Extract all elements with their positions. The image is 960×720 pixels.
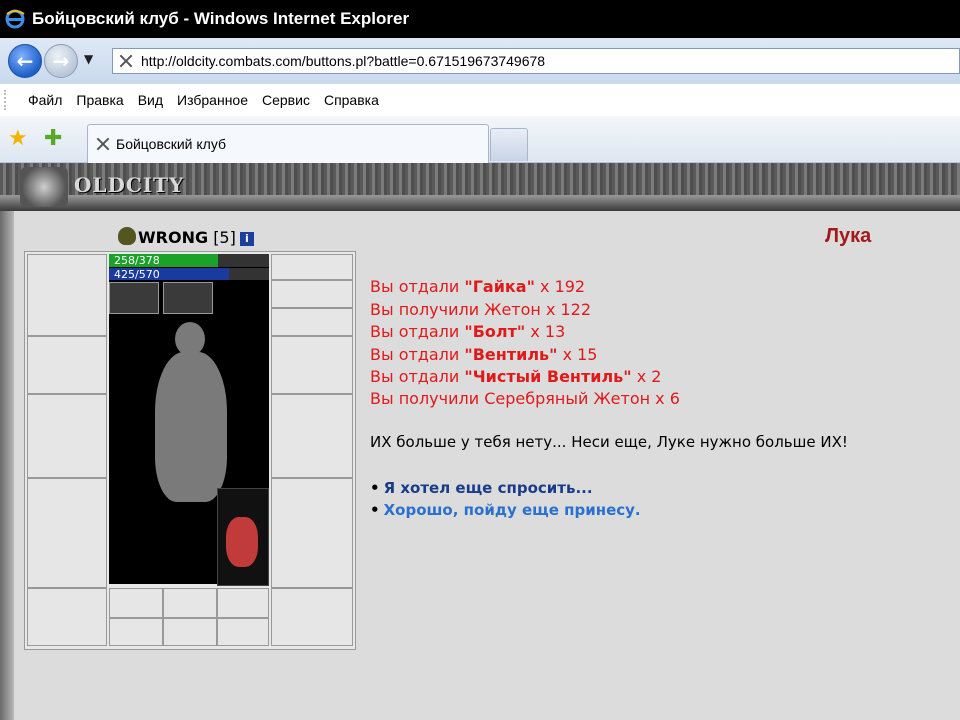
trade-line: Вы получили Жетон x 122 — [370, 300, 592, 319]
trade-line: Вы отдали "Чистый Вентиль" x 2 — [370, 367, 662, 386]
game-header: OLDCITY — [0, 163, 960, 211]
game-emblem-icon — [20, 167, 68, 207]
slot-rings[interactable] — [271, 308, 353, 336]
slot-scroll-2[interactable] — [163, 282, 213, 314]
back-button[interactable]: ← — [8, 44, 42, 78]
slot-belt[interactable] — [27, 588, 107, 646]
figure-body — [155, 352, 227, 502]
game-logo: OLDCITY — [74, 173, 185, 197]
slot-gloves[interactable] — [271, 336, 353, 394]
clan-skull-icon — [118, 227, 136, 245]
menu-bar: Файл Правка Вид Избранное Сервис Справка — [0, 84, 960, 117]
slot-bracers[interactable] — [27, 336, 107, 394]
site-favicon-icon — [117, 52, 135, 70]
game-content: WRONG [5] i 258/378 425/570 Лука Вы отдал… — [0, 211, 960, 720]
hp-value: 258/378 — [114, 254, 160, 267]
tab-favicon-icon — [94, 135, 112, 153]
mana-value: 425/570 — [114, 268, 160, 281]
bullet-icon: • — [370, 479, 380, 497]
dialog-option-ask[interactable]: • Я хотел еще спросить... — [370, 479, 593, 497]
character-name: WRONG [5] i — [118, 227, 254, 247]
window-titlebar: Бойцовский клуб - Windows Internet Explo… — [0, 0, 960, 38]
address-bar[interactable]: http://oldcity.combats.com/buttons.pl?ba… — [112, 48, 960, 74]
slot-necklace[interactable] — [271, 280, 353, 308]
npc-name: Лука — [825, 225, 872, 247]
slot-armor[interactable] — [27, 478, 107, 588]
forward-button[interactable]: → — [44, 44, 78, 78]
tab-title: Бойцовский клуб — [116, 136, 227, 152]
slot-boots[interactable] — [271, 588, 353, 646]
slot-belt-1[interactable] — [109, 618, 163, 646]
slot-amulet[interactable] — [27, 254, 107, 336]
npc-message: ИХ больше у тебя нету... Неси еще, Луке … — [370, 433, 848, 451]
slot-shield[interactable] — [271, 394, 353, 478]
toolbar-grip[interactable] — [4, 90, 14, 110]
history-dropdown-icon[interactable]: ▼ — [84, 52, 93, 66]
address-url[interactable]: http://oldcity.combats.com/buttons.pl?ba… — [141, 53, 545, 69]
menu-view[interactable]: Вид — [138, 92, 163, 108]
ie-logo-icon — [4, 8, 26, 30]
slot-legs[interactable] — [271, 478, 353, 588]
left-border — [0, 211, 14, 720]
slot-scroll-1[interactable] — [109, 282, 159, 314]
slot-rune-2[interactable] — [163, 588, 217, 618]
slot-rune-3[interactable] — [217, 588, 269, 618]
favorites-star-icon[interactable]: ★ — [8, 126, 28, 151]
dialog-option-leave[interactable]: • Хорошо, пойду еще принесу. — [370, 501, 641, 519]
bullet-icon: • — [370, 501, 380, 519]
slot-rune-1[interactable] — [109, 588, 163, 618]
trade-line: Вы отдали "Гайка" x 192 — [370, 277, 586, 296]
character-nick: WRONG — [138, 228, 209, 247]
header-bar — [0, 195, 960, 211]
new-tab-button[interactable] — [490, 128, 528, 161]
address-toolbar: ← → ▼ http://oldcity.combats.com/buttons… — [0, 38, 960, 84]
tab-active[interactable]: Бойцовский клуб — [87, 124, 489, 163]
tab-bar: ★ ✚ Бойцовский клуб — [0, 116, 960, 163]
menu-file[interactable]: Файл — [28, 92, 62, 108]
add-favorite-icon[interactable]: ✚ — [44, 126, 62, 151]
character-level: [5] — [213, 228, 236, 247]
menu-help[interactable]: Справка — [324, 92, 379, 108]
back-arrow-icon: ← — [16, 49, 34, 73]
slot-belt-2[interactable] — [163, 618, 217, 646]
hp-bar: 258/378 — [109, 254, 269, 267]
mana-bar: 425/570 — [109, 268, 269, 281]
slot-weapon[interactable] — [27, 394, 107, 478]
slot-belt-3[interactable] — [217, 618, 269, 646]
forward-arrow-icon: → — [52, 49, 70, 73]
window-title: Бойцовский клуб - Windows Internet Explo… — [32, 9, 410, 28]
slot-earrings[interactable] — [271, 254, 353, 280]
info-icon[interactable]: i — [239, 232, 254, 246]
pet-portrait[interactable] — [217, 488, 269, 586]
figure-head — [175, 322, 205, 356]
trade-line: Вы получили Серебряный Жетон x 6 — [370, 389, 680, 408]
menu-edit[interactable]: Правка — [76, 92, 123, 108]
menu-favorites[interactable]: Избранное — [177, 92, 248, 108]
menu-tools[interactable]: Сервис — [262, 92, 310, 108]
inventory-panel: 258/378 425/570 — [24, 251, 356, 650]
trade-line: Вы отдали "Вентиль" x 15 — [370, 345, 598, 364]
trade-line: Вы отдали "Болт" x 13 — [370, 322, 566, 341]
